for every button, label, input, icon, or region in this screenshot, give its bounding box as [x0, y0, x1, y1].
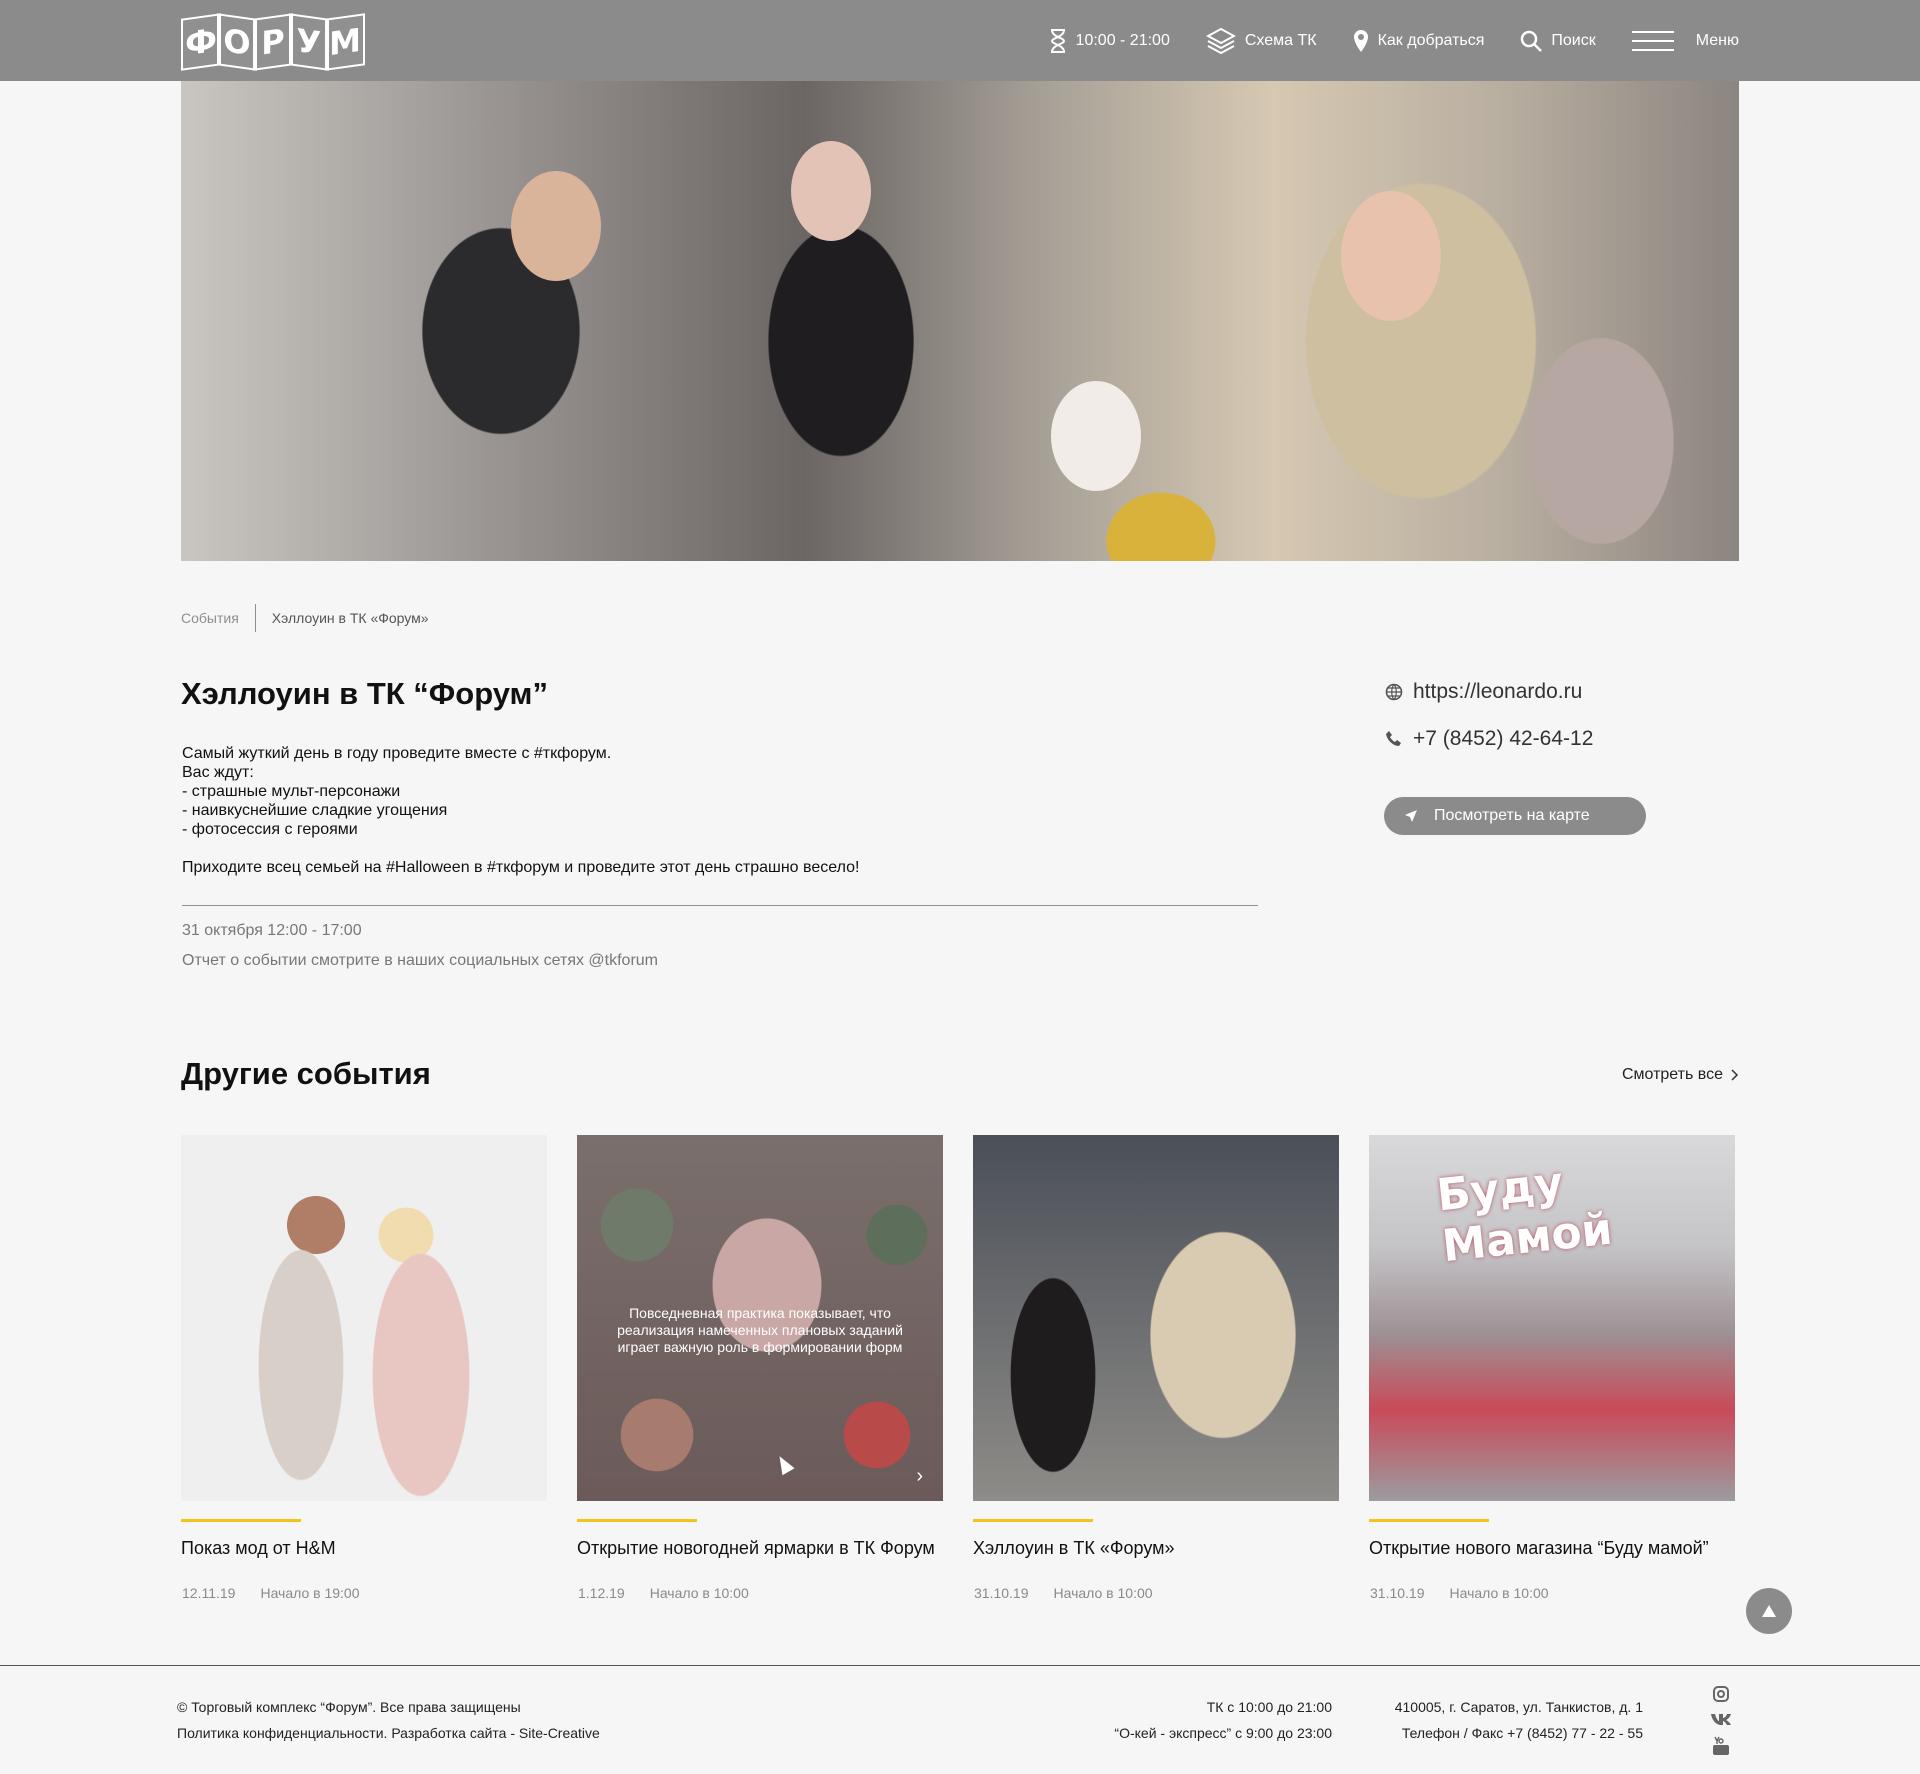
shop-sign: Буду Мамой: [1434, 1157, 1615, 1273]
phone-text: +7 (8452) 42-64-12: [1413, 727, 1594, 750]
menu-label: Меню: [1695, 31, 1739, 49]
phone-link[interactable]: +7 (8452) 42-64-12: [1385, 727, 1593, 751]
logo-letter: Р: [253, 13, 293, 71]
phone-icon: [1386, 731, 1401, 746]
logo-letter: Ф: [181, 13, 221, 71]
event-description: Самый жуткий день в году проведите вмест…: [182, 745, 860, 876]
top-nav: 10:00 - 21:00 Схема ТК Как добраться Пои…: [1049, 0, 1739, 81]
footer-address: 410005, г. Саратов, ул. Танкистов, д. 1: [1394, 1699, 1643, 1715]
accent-bar: [973, 1519, 1093, 1522]
event-card-info: 12.11.19 Начало в 19:00: [182, 1585, 360, 1601]
breadcrumb-events-link[interactable]: События: [181, 610, 239, 626]
footer-copyright: © Торговый комплекс “Форум”. Все права з…: [177, 1699, 521, 1715]
event-card-date: 1.12.19: [578, 1585, 625, 1601]
nav-scheme-label: Схема ТК: [1244, 31, 1317, 49]
footer-hours-mall: ТК с 10:00 до 21:00: [1206, 1699, 1332, 1715]
event-card[interactable]: Хэллоуин в ТК «Форум» 31.10.19 Начало в …: [973, 1135, 1339, 1601]
event-card-title: Открытие нового магазина “Буду мамой”: [1369, 1538, 1709, 1558]
event-card[interactable]: Буду Мамой Открытие нового магазина “Буд…: [1369, 1135, 1735, 1601]
chevron-right-icon: [1731, 1069, 1739, 1081]
event-date: 31 октября 12:00 - 17:00: [182, 922, 362, 939]
nav-search[interactable]: Поиск: [1520, 30, 1596, 52]
site-header: Ф О Р У М 10:00 - 21:00 Схема ТК Как доб…: [0, 0, 1920, 81]
event-card-info: 1.12.19 Начало в 10:00: [578, 1585, 749, 1601]
page-title: Хэллоуин в ТК “Форум”: [181, 676, 548, 711]
event-card[interactable]: Повседневная практика показывает, что ре…: [577, 1135, 943, 1601]
accent-bar: [577, 1519, 697, 1522]
nav-directions-label: Как добраться: [1377, 31, 1485, 49]
social-links: [1710, 1686, 1732, 1756]
logo-letter: О: [217, 13, 257, 71]
event-card[interactable]: Показ мод от H&M 12.11.19 Начало в 19:00: [181, 1135, 547, 1601]
menu-button[interactable]: Меню: [1631, 30, 1739, 52]
event-card-image: [181, 1135, 547, 1501]
event-card-image: [973, 1135, 1339, 1501]
hours-info: 10:00 - 21:00: [1049, 28, 1170, 53]
breadcrumb-current: Хэллоуин в ТК «Форум»: [271, 610, 429, 626]
layers-icon: [1205, 27, 1236, 54]
event-card-title: Хэллоуин в ТК «Форум»: [973, 1538, 1175, 1558]
other-events-title: Другие события: [181, 1056, 431, 1091]
chevron-right-icon[interactable]: ›: [916, 1465, 923, 1488]
forum-logo[interactable]: Ф О Р У М: [181, 13, 365, 71]
event-card-date: 31.10.19: [1370, 1585, 1425, 1601]
accent-bar: [1369, 1519, 1489, 1522]
event-report-note: Отчет о событии смотрите в наших социаль…: [182, 952, 659, 969]
event-card-start: Начало в 19:00: [260, 1585, 360, 1601]
see-all-label: Смотреть все: [1621, 1066, 1723, 1083]
website-link[interactable]: https://leonardo.ru: [1385, 680, 1582, 704]
view-on-map-button[interactable]: Посмотреть на карте: [1384, 797, 1646, 835]
event-card-date: 12.11.19: [182, 1585, 236, 1601]
hourglass-icon: [1050, 28, 1065, 53]
event-card-title: Показ мод от H&M: [181, 1538, 336, 1558]
logo-letter: У: [289, 13, 329, 71]
map-pin-icon: [1353, 29, 1368, 52]
event-card-hover-text: Повседневная практика показывает, что ре…: [617, 1305, 903, 1355]
event-card-start: Начало в 10:00: [1053, 1585, 1153, 1601]
event-card-date: 31.10.19: [974, 1585, 1029, 1601]
navigation-arrow-icon: [1405, 810, 1417, 822]
footer-contacts: 410005, г. Саратов, ул. Танкистов, д. 1 …: [1395, 1694, 1643, 1746]
hours-text: 10:00 - 21:00: [1075, 31, 1170, 49]
triangle-up-icon: [1762, 1605, 1776, 1617]
hamburger-icon: [1631, 30, 1674, 51]
instagram-icon[interactable]: [1713, 1686, 1729, 1702]
footer-phone: Телефон / Факс +7 (8452) 77 - 22 - 55: [1401, 1725, 1643, 1741]
event-card-start: Начало в 10:00: [649, 1585, 749, 1601]
accent-bar: [181, 1519, 301, 1522]
event-card-title: Открытие новогодней ярмарки в ТК Форум: [577, 1538, 935, 1558]
mouse-cursor-icon: [773, 1452, 795, 1476]
search-icon: [1521, 30, 1543, 52]
event-card-info: 31.10.19 Начало в 10:00: [1370, 1585, 1549, 1601]
logo-letter: М: [325, 13, 365, 71]
site-footer: © Торговый комплекс “Форум”. Все права з…: [0, 1666, 1920, 1774]
footer-hours: ТК с 10:00 до 21:00 “О-кей - экспресс” с…: [1114, 1694, 1332, 1746]
nav-scheme[interactable]: Схема ТК: [1205, 27, 1317, 55]
footer-legal: © Торговый комплекс “Форум”. Все права з…: [177, 1694, 600, 1746]
event-card-info: 31.10.19 Начало в 10:00: [974, 1585, 1153, 1601]
scroll-to-top-button[interactable]: [1746, 1588, 1792, 1634]
vk-icon[interactable]: [1710, 1712, 1732, 1726]
nav-search-label: Поиск: [1551, 31, 1596, 49]
hero-photo: [181, 81, 1739, 561]
nav-directions[interactable]: Как добраться: [1353, 29, 1485, 53]
breadcrumb-separator: [254, 604, 256, 632]
see-all-link[interactable]: Смотреть все: [1622, 1066, 1739, 1084]
event-card-image: Повседневная практика показывает, что ре…: [577, 1135, 943, 1501]
event-card-start: Начало в 10:00: [1449, 1585, 1549, 1601]
divider: [182, 905, 1258, 906]
website-text: https://leonardo.ru: [1413, 680, 1583, 703]
breadcrumb: События Хэллоуин в ТК «Форум»: [181, 604, 429, 632]
footer-policy-link[interactable]: Политика конфиденциальности. Разработка …: [177, 1720, 600, 1746]
event-card-image: Буду Мамой: [1369, 1135, 1735, 1501]
youtube-icon[interactable]: [1712, 1736, 1730, 1756]
globe-icon: [1385, 683, 1403, 701]
footer-hours-express: “О-кей - экспресс” с 9:00 до 23:00: [1114, 1725, 1332, 1741]
view-on-map-label: Посмотреть на карте: [1434, 807, 1590, 824]
